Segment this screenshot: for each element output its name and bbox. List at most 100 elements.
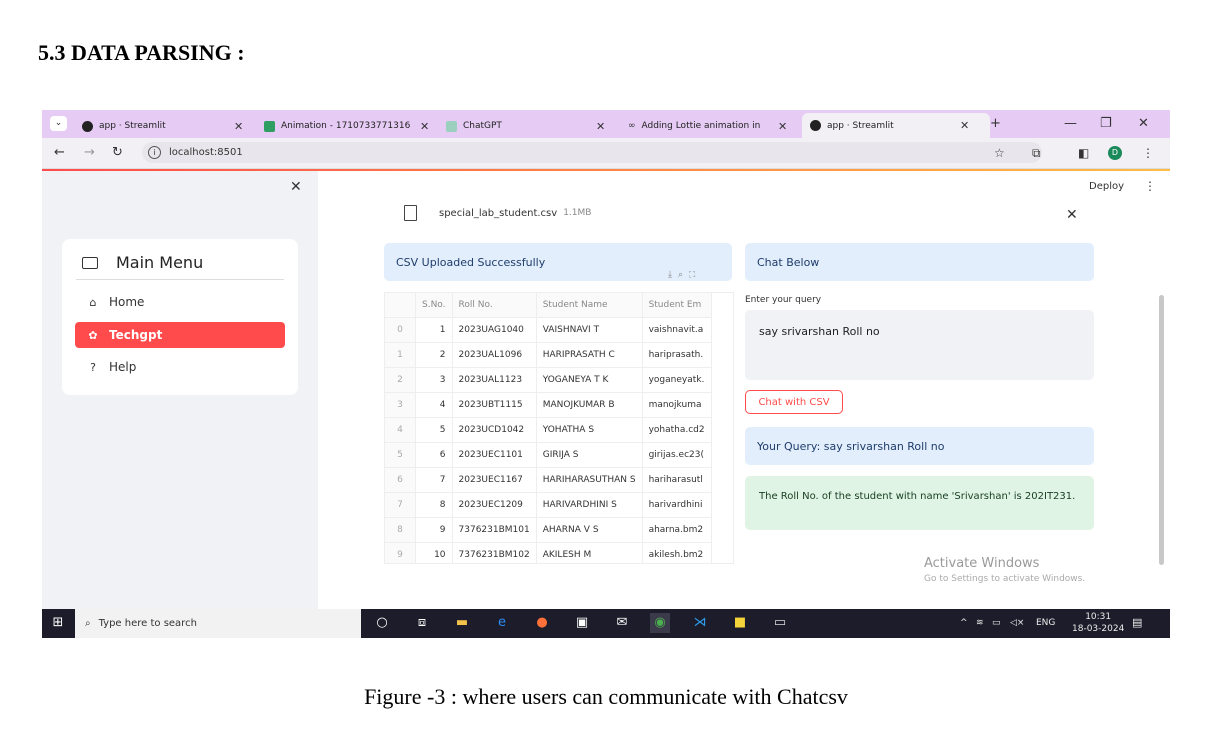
remove-file-icon[interactable]: ✕ xyxy=(1066,207,1078,223)
reload-icon[interactable]: ↻ xyxy=(112,145,123,160)
table-cell[interactable]: akilesh.bm2 xyxy=(642,542,712,563)
table-cell[interactable]: 2023UEC1101 xyxy=(452,442,537,468)
table-cell[interactable]: AKILESH M xyxy=(536,542,643,563)
table-cell[interactable]: 2023UEC1167 xyxy=(452,467,537,493)
sticky-notes-icon[interactable]: ■ xyxy=(730,613,750,633)
table-cell[interactable]: 2023UAL1096 xyxy=(452,342,537,368)
window-close-button[interactable]: ✕ xyxy=(1138,116,1149,131)
query-input[interactable]: say srivarshan Roll no xyxy=(745,310,1094,380)
tab-lottie[interactable]: ∞ Adding Lottie animation in ✕ xyxy=(628,115,796,137)
language-indicator[interactable]: ENG xyxy=(1036,618,1055,628)
table-cell[interactable]: 9 xyxy=(415,517,453,543)
tab-streamlit-1[interactable]: app · Streamlit ✕ xyxy=(82,115,252,137)
sidebar-close-icon[interactable]: ✕ xyxy=(290,179,302,195)
table-cell[interactable]: HARIVARDHINI S xyxy=(536,492,643,518)
column-header[interactable]: Roll No. xyxy=(452,293,537,318)
table-cell[interactable]: aharna.bm2 xyxy=(642,517,712,543)
tray-chevron-icon[interactable]: ^ xyxy=(960,618,968,628)
taskbar-search[interactable]: ⌕ Type here to search xyxy=(75,609,361,638)
close-icon[interactable]: ✕ xyxy=(420,120,429,133)
table-row[interactable]: 0 1 2023UAG1040 VAISHNAVI Tvaishnavit.a xyxy=(385,317,712,343)
table-row[interactable]: 5 6 2023UEC1101 GIRIJA Sgirijas.ec23( xyxy=(385,442,712,468)
restore-button[interactable]: ❐ xyxy=(1100,116,1112,131)
table-cell[interactable]: hariharasutl xyxy=(642,467,712,493)
table-cell[interactable]: hariprasath. xyxy=(642,342,712,368)
table-cell[interactable]: 2023UBT1115 xyxy=(452,392,537,418)
column-header[interactable]: S.No. xyxy=(415,293,453,318)
site-info-icon[interactable]: i xyxy=(148,145,161,159)
sidebar-item-techgpt[interactable]: ✿ Techgpt xyxy=(75,322,285,348)
browser-menu-icon[interactable]: ⋮ xyxy=(1142,146,1154,160)
table-cell[interactable]: 2023UAG1040 xyxy=(452,317,537,343)
fullscreen-icon[interactable]: ⛶ xyxy=(689,270,701,280)
cortana-icon[interactable]: ○ xyxy=(372,613,392,633)
table-cell[interactable]: HARIHARASUTHAN S xyxy=(536,467,643,493)
app-menu-icon[interactable]: ⋮ xyxy=(1144,179,1156,193)
tab-chatgpt[interactable]: ChatGPT ✕ xyxy=(446,115,616,137)
notifications-icon[interactable]: ▤ xyxy=(1132,616,1142,629)
table-cell[interactable]: HARIPRASATH C xyxy=(536,342,643,368)
back-icon[interactable]: ← xyxy=(54,145,65,160)
chrome-icon[interactable]: ◉ xyxy=(650,613,670,633)
side-panel-icon[interactable]: ◧ xyxy=(1078,146,1089,160)
network-icon[interactable]: ≋ xyxy=(976,618,984,628)
close-icon[interactable]: ✕ xyxy=(960,119,969,132)
table-cell[interactable]: 3 xyxy=(415,367,453,393)
sidebar-item-help[interactable]: ? Help xyxy=(75,354,285,380)
close-icon[interactable]: ✕ xyxy=(778,120,787,133)
table-row[interactable]: 2 3 2023UAL1123 YOGANEYA T Kyoganeyatk. xyxy=(385,367,712,393)
column-header[interactable]: Student Em xyxy=(642,293,712,318)
sidebar-item-home[interactable]: ⌂ Home xyxy=(75,289,285,315)
table-cell[interactable]: VAISHNAVI T xyxy=(536,317,643,343)
mail-icon[interactable]: ✉ xyxy=(612,613,632,633)
table-cell[interactable]: 2023UAL1123 xyxy=(452,367,537,393)
task-view-icon[interactable]: ⧈ xyxy=(412,613,432,633)
chat-with-csv-button[interactable]: Chat with CSV xyxy=(745,390,843,414)
tab-streamlit-active[interactable]: app · Streamlit ✕ xyxy=(802,113,990,138)
forward-icon[interactable]: → xyxy=(84,145,95,160)
table-cell[interactable]: YOGANEYA T K xyxy=(536,367,643,393)
search-icon[interactable]: ⌕ xyxy=(678,270,689,280)
tab-search-button[interactable]: ⌄ xyxy=(50,116,67,131)
table-cell[interactable]: 7376231BM101 xyxy=(452,517,537,543)
table-cell[interactable]: 7 xyxy=(415,467,453,493)
table-cell[interactable]: MANOJKUMAR B xyxy=(536,392,643,418)
table-cell[interactable]: AHARNA V S xyxy=(536,517,643,543)
battery-icon[interactable]: ▭ xyxy=(992,618,1001,628)
new-tab-button[interactable]: + xyxy=(990,116,1001,131)
table-cell[interactable]: harivardhini xyxy=(642,492,712,518)
table-cell[interactable]: vaishnavit.a xyxy=(642,317,712,343)
store-icon[interactable]: ▣ xyxy=(572,613,592,633)
file-explorer-icon[interactable]: ▬ xyxy=(452,613,472,633)
table-row[interactable]: 7 8 2023UEC1209 HARIVARDHINI Sharivardhini xyxy=(385,492,712,518)
volume-icon[interactable]: ◁× xyxy=(1010,618,1024,628)
table-row[interactable]: 9 10 7376231BM102 AKILESH Makilesh.bm2 xyxy=(385,542,712,563)
close-icon[interactable]: ✕ xyxy=(596,120,605,133)
table-cell[interactable]: 2023UCD1042 xyxy=(452,417,537,443)
table-cell[interactable]: 7376231BM102 xyxy=(452,542,537,563)
tab-animation[interactable]: Animation - 1710733771316 ✕ xyxy=(264,115,442,137)
table-cell[interactable]: 6 xyxy=(415,442,453,468)
column-header[interactable]: Student Name xyxy=(536,293,643,318)
minimize-button[interactable]: — xyxy=(1064,116,1077,131)
vscode-icon[interactable]: ⋊ xyxy=(690,613,710,633)
table-row[interactable]: 3 4 2023UBT1115 MANOJKUMAR Bmanojkuma xyxy=(385,392,712,418)
table-cell[interactable]: yoganeyatk. xyxy=(642,367,712,393)
table-cell[interactable]: girijas.ec23( xyxy=(642,442,712,468)
terminal-icon[interactable]: ▭ xyxy=(770,613,790,633)
table-cell[interactable]: GIRIJA S xyxy=(536,442,643,468)
table-cell[interactable]: YOHATHA S xyxy=(536,417,643,443)
table-cell[interactable]: manojkuma xyxy=(642,392,712,418)
firefox-icon[interactable]: ● xyxy=(532,613,552,633)
clock[interactable]: 10:31 18-03-2024 xyxy=(1072,611,1124,635)
table-cell[interactable]: 2023UEC1209 xyxy=(452,492,537,518)
page-scrollbar[interactable] xyxy=(1159,295,1164,565)
url-field[interactable]: i localhost:8501 xyxy=(142,142,1042,163)
edge-icon[interactable]: e xyxy=(492,613,512,633)
close-icon[interactable]: ✕ xyxy=(234,120,243,133)
table-row[interactable]: 6 7 2023UEC1167 HARIHARASUTHAN Shariharasut… xyxy=(385,467,712,493)
profile-avatar[interactable]: D xyxy=(1108,146,1122,160)
bookmark-star-icon[interactable]: ☆ xyxy=(994,146,1005,160)
column-header[interactable] xyxy=(385,293,416,318)
table-cell[interactable]: 10 xyxy=(415,542,453,563)
